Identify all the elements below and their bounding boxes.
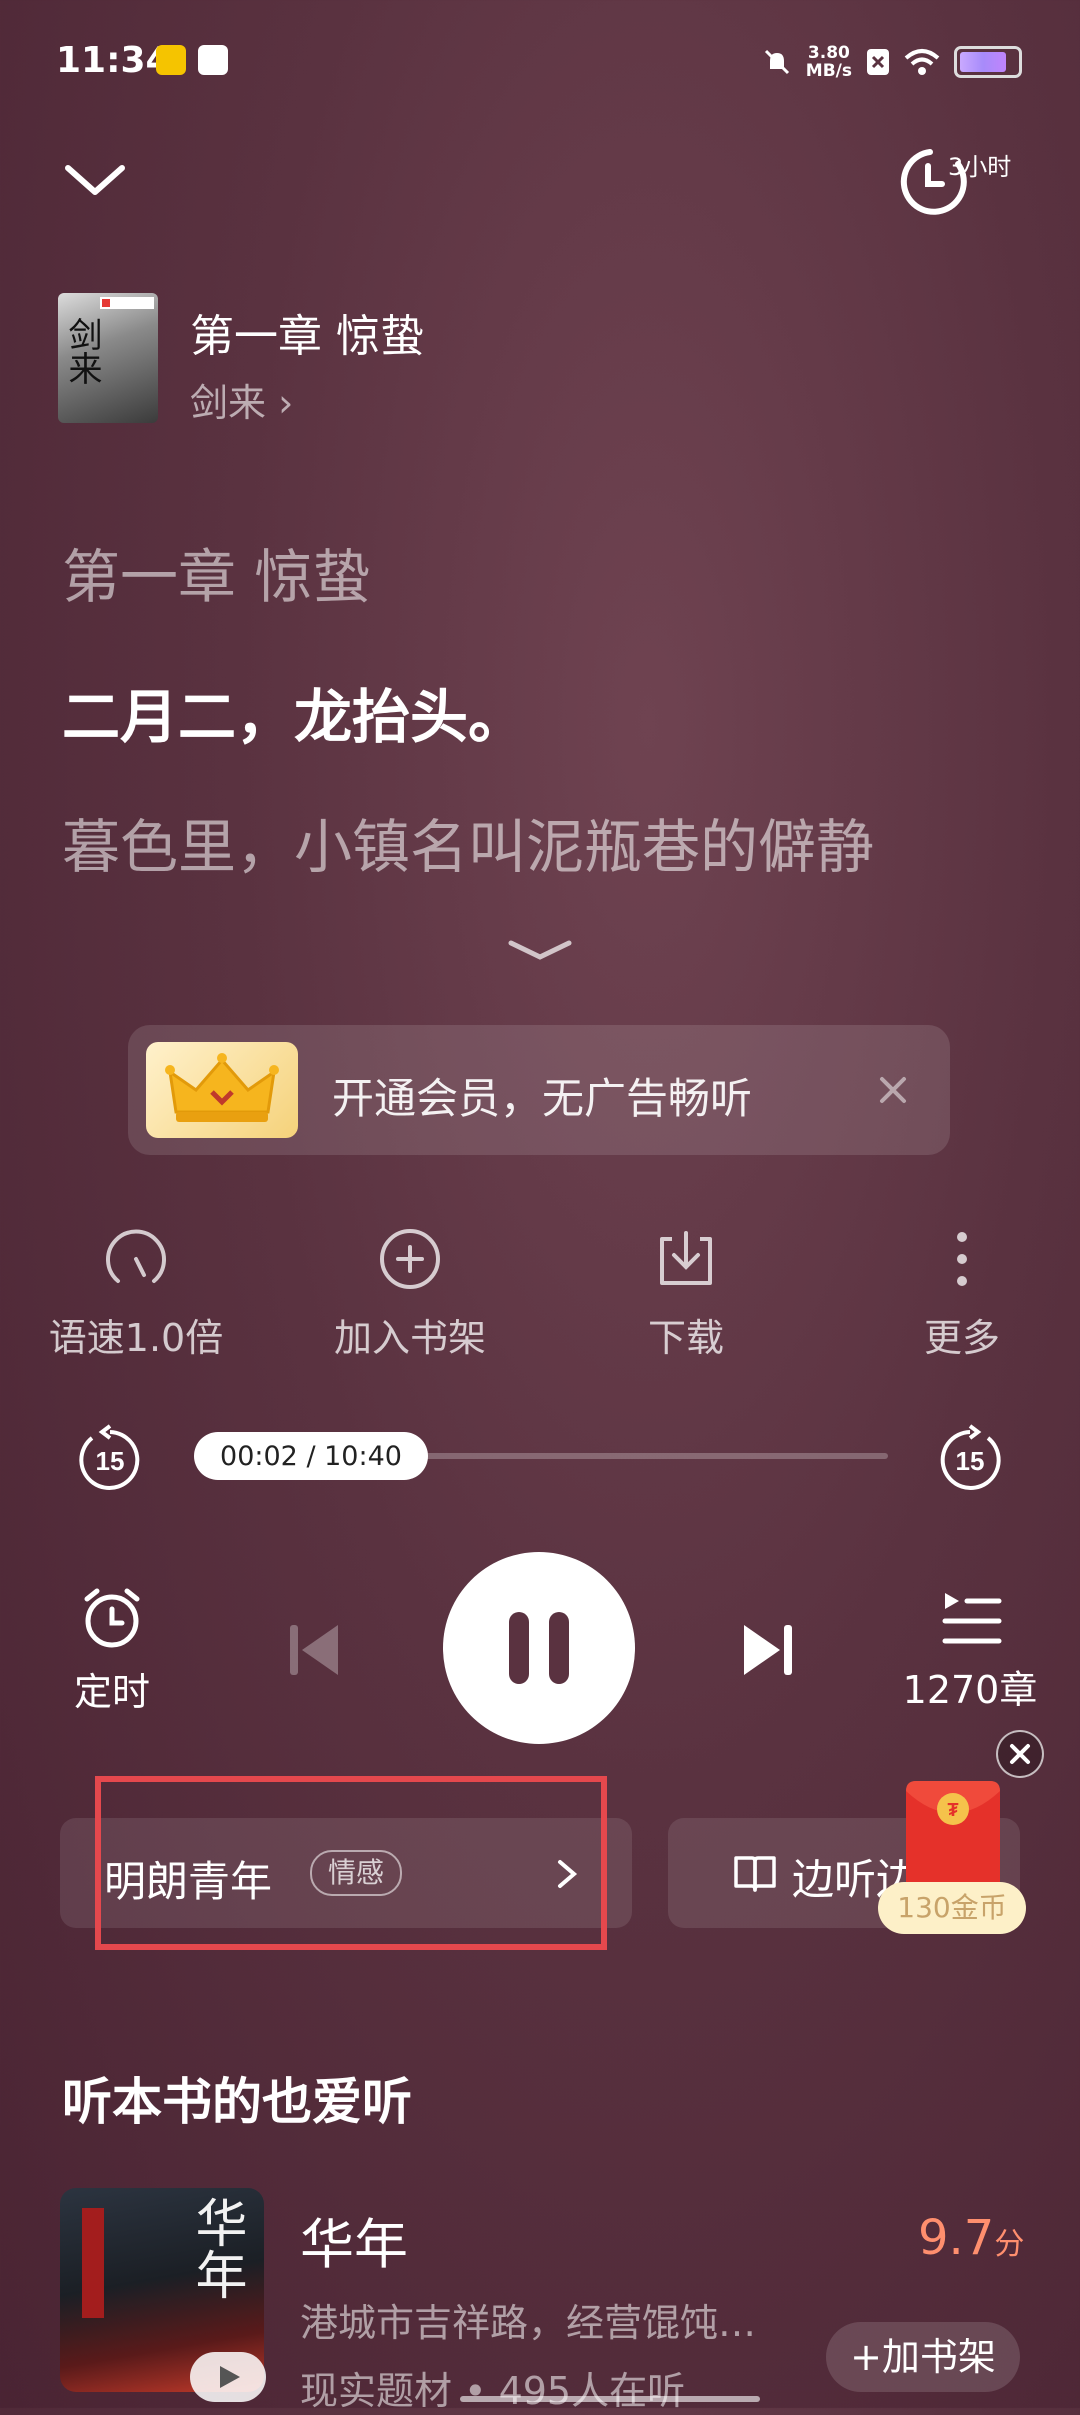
svg-text:₮: ₮ <box>948 1800 959 1820</box>
status-right: 3.80 MB/s <box>762 44 1022 80</box>
crown-icon <box>165 1053 279 1122</box>
status-bar: 11:34 3.80 MB/s <box>0 0 1080 120</box>
home-indicator[interactable] <box>460 2396 760 2402</box>
speed-label: 语速1.0倍 <box>48 1316 224 1360</box>
previous-chapter-icon[interactable] <box>280 1615 350 1685</box>
book-cover-title: 剑来 <box>62 317 102 385</box>
collapse-chevron-icon[interactable] <box>60 150 130 210</box>
recommendation-play-button[interactable] <box>190 2352 266 2402</box>
recommendation-title[interactable]: 华年 <box>300 2200 408 2279</box>
status-time: 11:34 <box>56 40 171 81</box>
text-next-line: 暮色里，小镇名叫泥瓶巷的僻静 <box>62 813 875 881</box>
battery-icon <box>954 46 1022 78</box>
recommendation-description: 港城市吉祥路，经营馄饨… <box>300 2301 757 2345</box>
app-notification-icon <box>156 45 186 75</box>
recommendation-score: 9.7分 <box>918 2210 1024 2266</box>
speed-button[interactable]: 语速1.0倍 <box>26 1225 246 1362</box>
vip-crown-box <box>146 1042 298 1138</box>
expand-text-icon[interactable] <box>505 935 575 965</box>
download-icon <box>660 1231 712 1285</box>
recommendation-meta: 现实题材 • 495人在听 <box>300 2369 686 2413</box>
chapter-count: 1270章 <box>902 1668 1038 1712</box>
add-to-shelf-small-button[interactable]: +加书架 <box>826 2322 1020 2392</box>
net-speed-unit: MB/s <box>805 61 852 81</box>
chapter-list-button[interactable]: 1270章 <box>900 1585 1040 1714</box>
coin-reward-badge[interactable]: 130金币 <box>878 1882 1026 1934</box>
net-speed-value: 3.80 <box>807 43 850 63</box>
status-app-icons <box>156 45 228 75</box>
add-circle-icon <box>380 1229 440 1289</box>
rewind-15-button[interactable]: 15 <box>72 1422 148 1498</box>
speed-gauge-icon <box>106 1229 166 1283</box>
cover-shop-sign <box>82 2208 104 2318</box>
forward-15-button[interactable]: 15 <box>932 1422 1008 1498</box>
download-button[interactable]: 下载 <box>576 1225 796 1362</box>
sleep-timer-label[interactable]: 3小时 <box>948 147 1011 182</box>
sim-off-icon <box>867 49 889 75</box>
more-label: 更多 <box>923 1316 1000 1360</box>
section-title: 听本书的也爱听 <box>62 2073 412 2131</box>
message-notification-icon <box>198 45 228 75</box>
playlist-icon <box>942 1593 1002 1644</box>
book-name: 剑来 <box>190 381 267 425</box>
rewind-icon: 15 <box>79 1424 140 1490</box>
score-value: 9.7 <box>918 2210 995 2266</box>
chevron-right-icon: › <box>278 381 294 425</box>
publisher-tag <box>100 297 154 309</box>
timer-label: 定时 <box>73 1670 150 1714</box>
text-chapter-heading: 第一章 惊蛰 <box>62 543 371 611</box>
more-button[interactable]: 更多 <box>852 1225 1072 1362</box>
pause-button[interactable] <box>443 1552 635 1744</box>
next-chapter-icon[interactable] <box>732 1615 802 1685</box>
add-to-shelf-label: 加入书架 <box>333 1316 486 1360</box>
vip-banner-text: 开通会员，无广告畅听 <box>332 1074 753 1123</box>
book-cover[interactable]: 剑来 <box>58 293 158 423</box>
close-red-packet-button[interactable] <box>996 1730 1044 1778</box>
download-label: 下载 <box>647 1316 724 1360</box>
text-current-line: 二月二，龙抬头。 <box>62 683 527 751</box>
more-vertical-icon <box>957 1232 967 1286</box>
mute-bell-icon <box>764 49 789 75</box>
add-to-shelf-button[interactable]: 加入书架 <box>300 1225 520 1362</box>
vip-banner[interactable]: 开通会员，无广告畅听 <box>128 1025 950 1155</box>
recommendation-cover-title: 华年 <box>186 2196 246 2300</box>
forward-seconds: 15 <box>956 1446 985 1476</box>
wifi-icon <box>904 49 940 75</box>
highlight-box <box>95 1776 607 1950</box>
book-link[interactable]: 剑来 › <box>190 372 293 427</box>
chapter-title: 第一章 惊蛰 <box>190 311 424 362</box>
close-icon[interactable] <box>868 1065 918 1115</box>
play-icon <box>220 2366 240 2388</box>
rewind-seconds: 15 <box>96 1446 125 1476</box>
alarm-clock-icon <box>84 1588 140 1648</box>
close-icon <box>1010 1744 1030 1764</box>
pause-icon <box>509 1612 569 1684</box>
score-unit: 分 <box>994 2227 1025 2262</box>
progress-thumb[interactable]: 00:02 / 10:40 <box>194 1432 428 1480</box>
open-book-icon <box>734 1856 776 1892</box>
net-speed: 3.80 MB/s <box>806 44 852 80</box>
forward-icon: 15 <box>940 1424 1001 1490</box>
timer-button[interactable]: 定时 <box>60 1585 164 1716</box>
